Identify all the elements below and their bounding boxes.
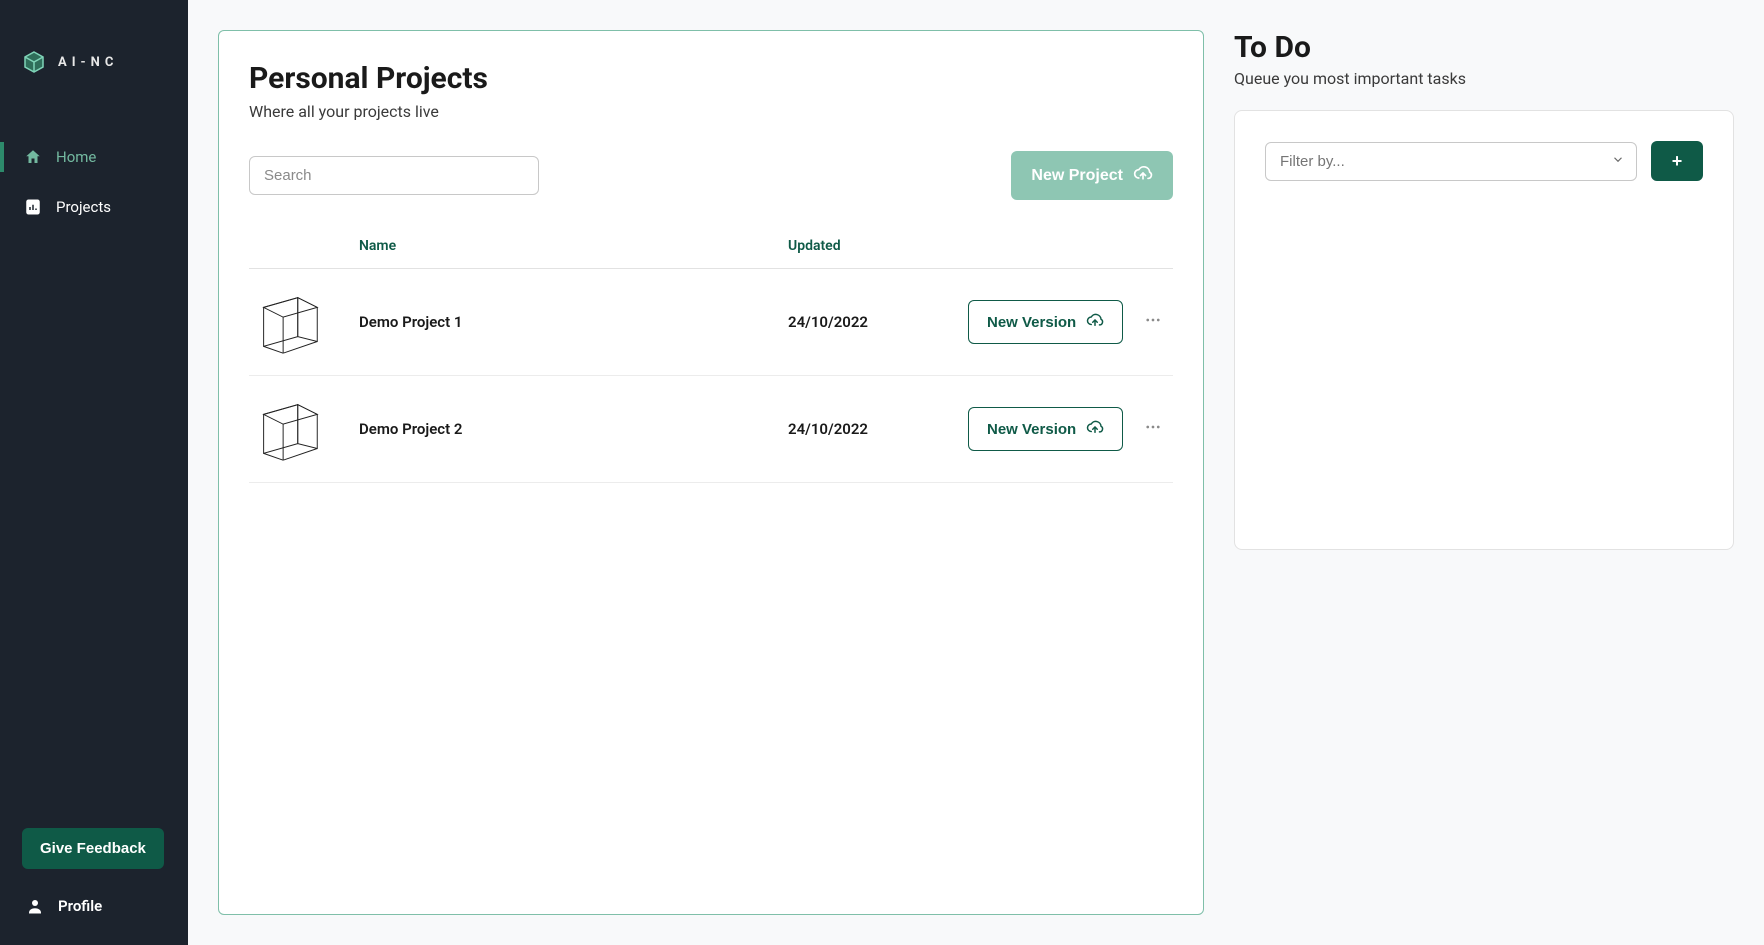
- projects-panel: Personal Projects Where all your project…: [218, 30, 1204, 915]
- home-icon: [24, 148, 42, 166]
- project-name: Demo Project 2: [359, 420, 788, 438]
- table-row[interactable]: Demo Project 1 24/10/2022 New Version: [249, 269, 1173, 376]
- new-version-label: New Version: [987, 314, 1076, 331]
- upload-cloud-icon: [1133, 163, 1153, 188]
- add-todo-button[interactable]: +: [1651, 141, 1703, 181]
- brand-logo-icon: [22, 50, 46, 74]
- new-version-label: New Version: [987, 421, 1076, 438]
- plus-icon: +: [1672, 151, 1683, 172]
- todo-title: To Do: [1234, 30, 1734, 65]
- sidebar-item-projects[interactable]: Projects: [0, 184, 188, 230]
- projects-icon: [24, 198, 42, 216]
- brand-name: AI-NC: [58, 55, 118, 70]
- more-horizontal-icon: [1144, 418, 1162, 440]
- column-header-updated[interactable]: Updated: [788, 238, 968, 254]
- todo-card: +: [1234, 110, 1734, 550]
- todo-controls: +: [1265, 141, 1703, 181]
- projects-table-header: Name Updated: [249, 228, 1173, 269]
- project-name: Demo Project 1: [359, 313, 788, 331]
- upload-cloud-icon: [1086, 311, 1104, 333]
- table-row[interactable]: Demo Project 2 24/10/2022 New Version: [249, 376, 1173, 483]
- sidebar-item-label: Profile: [58, 897, 102, 915]
- brand-logo-row: AI-NC: [0, 50, 188, 114]
- projects-subtitle: Where all your projects live: [249, 102, 1173, 121]
- todo-subtitle: Queue you most important tasks: [1234, 69, 1734, 88]
- project-thumbnail: [249, 390, 359, 468]
- more-horizontal-icon: [1144, 311, 1162, 333]
- sidebar-nav: Home Projects: [0, 114, 188, 230]
- new-version-button[interactable]: New Version: [968, 300, 1123, 344]
- project-updated: 24/10/2022: [788, 313, 968, 331]
- new-project-label: New Project: [1031, 167, 1123, 185]
- profile-icon: [26, 897, 44, 915]
- project-updated: 24/10/2022: [788, 420, 968, 438]
- todo-panel: To Do Queue you most important tasks +: [1234, 30, 1734, 915]
- sidebar-bottom: Give Feedback Profile: [0, 828, 188, 945]
- row-more-button[interactable]: [1133, 418, 1173, 440]
- projects-title: Personal Projects: [249, 61, 1173, 96]
- filter-input[interactable]: [1265, 142, 1637, 181]
- upload-cloud-icon: [1086, 418, 1104, 440]
- sidebar-item-home[interactable]: Home: [0, 134, 188, 180]
- search-input[interactable]: [249, 156, 539, 195]
- new-project-button[interactable]: New Project: [1011, 151, 1173, 200]
- row-more-button[interactable]: [1133, 311, 1173, 333]
- column-header-name[interactable]: Name: [359, 238, 788, 254]
- sidebar-item-label: Home: [56, 148, 96, 166]
- new-version-button[interactable]: New Version: [968, 407, 1123, 451]
- give-feedback-button[interactable]: Give Feedback: [22, 828, 164, 869]
- projects-toolbar: New Project: [249, 151, 1173, 200]
- sidebar-item-label: Projects: [56, 198, 111, 216]
- project-thumbnail: [249, 283, 359, 361]
- sidebar-item-profile[interactable]: Profile: [22, 897, 166, 915]
- sidebar: AI-NC Home Projects Give Feedback Profil…: [0, 0, 188, 945]
- main-area: Personal Projects Where all your project…: [188, 0, 1764, 945]
- filter-select[interactable]: [1265, 142, 1637, 181]
